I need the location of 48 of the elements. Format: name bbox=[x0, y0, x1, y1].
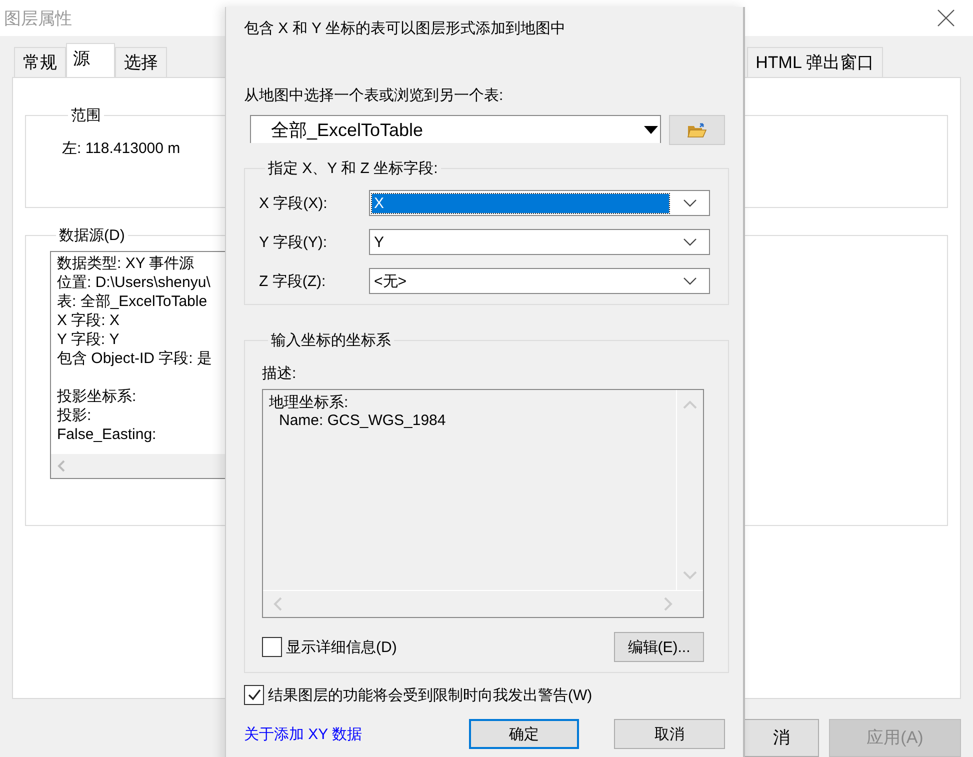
info-line: 包含 Object-ID 字段: 是 bbox=[57, 348, 212, 368]
info-line: 投影坐标系: bbox=[57, 386, 136, 406]
description-line: 地理坐标系: bbox=[269, 393, 350, 412]
check-icon bbox=[246, 687, 262, 703]
intro-text: 包含 X 和 Y 坐标的表可以图层形式添加到地图中 bbox=[244, 19, 566, 38]
group-title: 指定 X、Y 和 Z 坐标字段: bbox=[267, 159, 439, 178]
chevron-down-icon bbox=[683, 238, 697, 246]
info-line: 数据类型: XY 事件源 bbox=[57, 254, 194, 273]
dialog-button[interactable]: 取消 bbox=[614, 719, 725, 749]
info-line: 位置: D:\Users\shenyu\ bbox=[57, 272, 210, 292]
checkbox-label: 显示详细信息(D) bbox=[286, 638, 397, 656]
field-dropdown[interactable]: <无> bbox=[369, 268, 710, 294]
description-label: 描述: bbox=[262, 364, 298, 383]
group-title: 输入坐标的坐标系 bbox=[270, 331, 392, 350]
tab[interactable]: 源 bbox=[66, 42, 115, 77]
chevron-down-icon bbox=[683, 277, 697, 285]
extent-text: 左: 118.413000 m bbox=[62, 140, 180, 157]
info-line: Y 字段: Y bbox=[57, 330, 120, 349]
window-title: 图层属性 bbox=[4, 8, 72, 30]
info-line: X 字段: X bbox=[57, 310, 120, 330]
help-link[interactable]: 关于添加 XY 数据 bbox=[244, 725, 469, 744]
checkbox-label: 结果图层的功能将会受到限制时向我发出警告(W) bbox=[268, 686, 592, 704]
field-label: Z 字段(Z): bbox=[259, 272, 327, 290]
dialog-button[interactable]: 消 bbox=[744, 718, 819, 757]
tab[interactable]: 常规 bbox=[14, 46, 66, 77]
field-dropdown[interactable]: Y bbox=[369, 229, 710, 255]
info-line: 表: 全部_ExcelToTable bbox=[57, 292, 208, 311]
checkbox[interactable] bbox=[262, 637, 282, 657]
field-dropdown[interactable]: X bbox=[369, 190, 710, 216]
group-title: 数据源(D) bbox=[58, 226, 126, 245]
close-icon[interactable] bbox=[937, 9, 955, 28]
folder-icon bbox=[687, 122, 708, 138]
checkbox[interactable] bbox=[244, 685, 264, 705]
edit-button[interactable]: 编辑(E)... bbox=[614, 632, 704, 662]
dialog-button[interactable]: 确定 bbox=[468, 719, 580, 749]
chevron-down-icon bbox=[683, 199, 697, 207]
info-line: 投影: bbox=[57, 406, 92, 425]
table-dropdown[interactable]: 全部_ExcelToTable bbox=[250, 115, 662, 143]
field-label: X 字段(X): bbox=[259, 194, 328, 212]
group-title: 范围 bbox=[70, 106, 102, 125]
browse-button[interactable] bbox=[669, 115, 725, 145]
table-prompt: 从地图中选择一个表或浏览到另一个表: bbox=[244, 86, 504, 105]
field-label: Y 字段(Y): bbox=[259, 232, 328, 252]
tab[interactable]: HTML 弹出窗口 bbox=[746, 46, 883, 77]
description-line: Name: GCS_WGS_1984 bbox=[278, 412, 447, 429]
info-line: False_Easting: bbox=[57, 424, 156, 444]
dropdown-arrow-icon bbox=[644, 124, 658, 134]
tab[interactable]: 选择 bbox=[115, 46, 167, 77]
